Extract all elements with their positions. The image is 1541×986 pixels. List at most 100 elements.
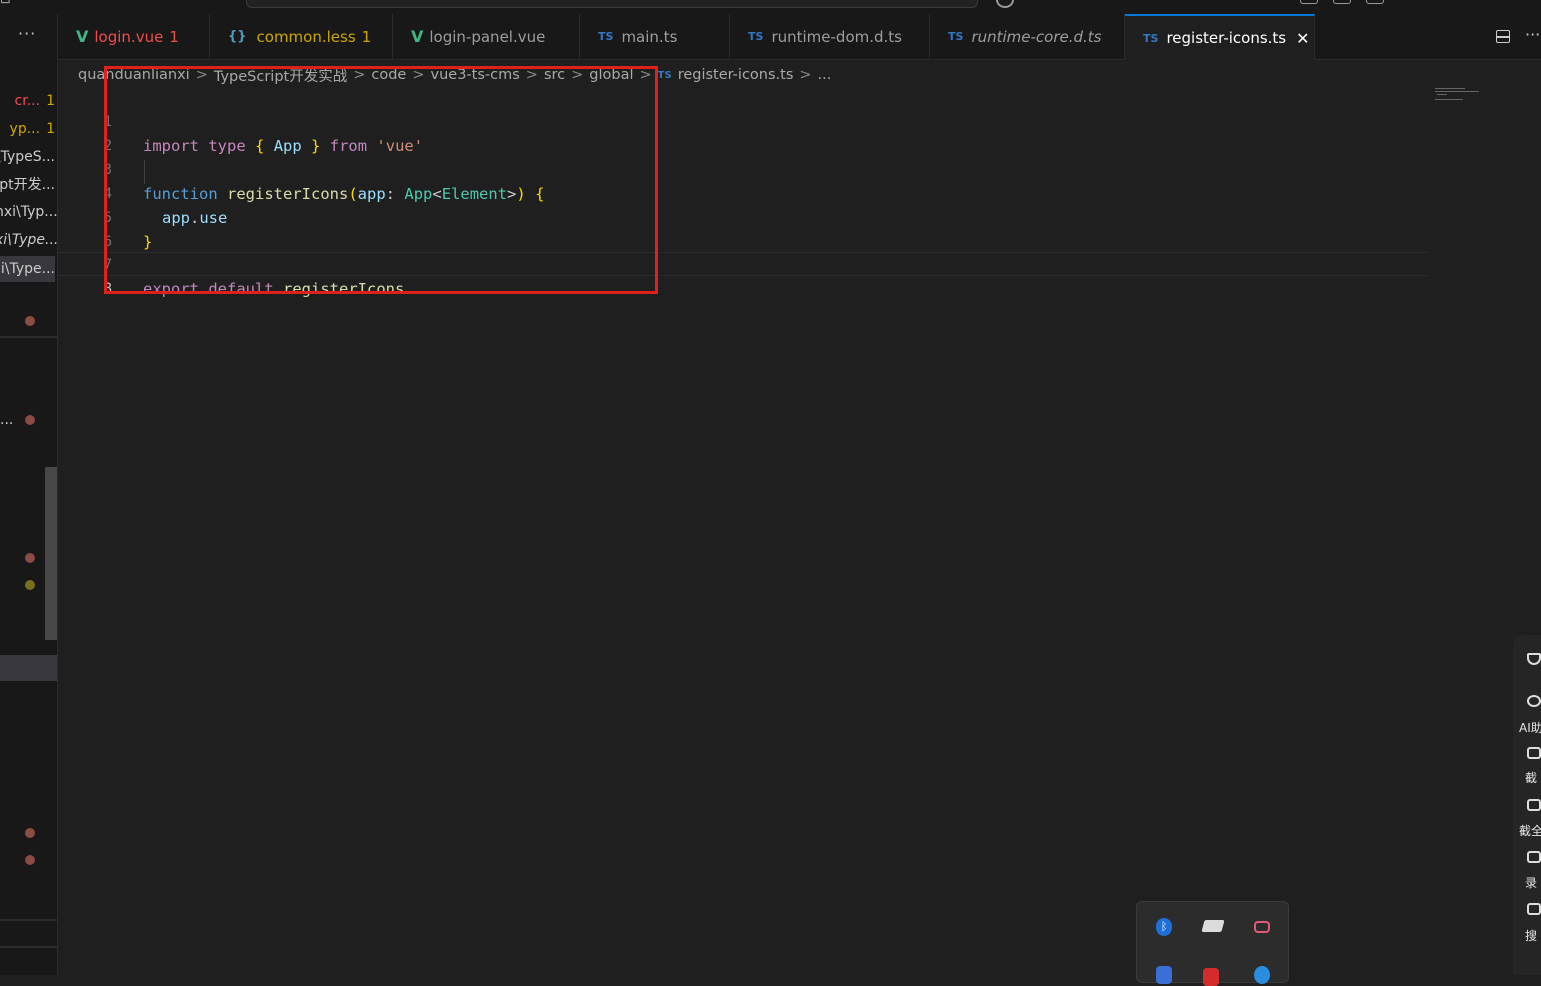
sidebar-item[interactable]: nxi\Typ...	[0, 202, 58, 222]
modified-dot	[25, 415, 35, 425]
breadcrumb-item[interactable]: ...	[818, 67, 832, 83]
braces-icon: {}	[228, 29, 247, 44]
sidebar-item-label: ...	[0, 412, 14, 428]
fullscreen-capture-icon[interactable]	[1527, 799, 1541, 811]
tab-label: register-icons.ts	[1166, 29, 1287, 47]
record-icon[interactable]	[1527, 851, 1541, 863]
chevron-right-icon: >	[639, 67, 652, 83]
minimap-line	[1437, 94, 1447, 95]
modified-dot	[25, 316, 35, 326]
sidebar-item[interactable]: pt开发...	[0, 175, 55, 195]
sidebar-item[interactable]: cr... 1	[0, 91, 55, 111]
layout-toggle-icon[interactable]	[1300, 0, 1318, 4]
chevron-right-icon: >	[525, 67, 538, 83]
sidebar-item-label: pt开发...	[0, 177, 55, 193]
tray-app-icon[interactable]	[1156, 966, 1172, 984]
breadcrumb-item[interactable]: vue3-ts-cms	[431, 67, 520, 83]
modified-dot	[25, 855, 35, 865]
code-line[interactable]: 5 }	[58, 182, 1428, 251]
code-line[interactable]: 4 app.use	[58, 158, 1428, 227]
tab-problem-badge: 1	[169, 27, 179, 46]
ai-assistant-icon[interactable]	[1527, 695, 1541, 707]
account-icon[interactable]	[996, 0, 1014, 8]
command-center-search[interactable]	[246, 0, 978, 8]
chevron-right-icon: >	[353, 67, 366, 83]
code-line[interactable]: 1 import type { App } from 'vue'	[58, 86, 1428, 155]
tab-runtime-core[interactable]: TS runtime-core.d.ts	[930, 14, 1125, 59]
code-line[interactable]: 3 function registerIcons(app: App<Elemen…	[58, 134, 1428, 203]
breadcrumb-item[interactable]: global	[589, 67, 633, 83]
tab-login-panel-vue[interactable]: V login-panel.vue	[393, 14, 580, 59]
ts-icon: TS	[598, 30, 614, 43]
tab-problem-badge: 1	[361, 27, 372, 46]
breadcrumb-item[interactable]: quanduanlianxi	[78, 67, 190, 83]
tab-runtime-dom[interactable]: TS runtime-dom.d.ts	[730, 14, 930, 59]
ts-icon: TS	[1143, 31, 1159, 45]
breadcrumb-item[interactable]: src	[544, 67, 565, 83]
sidebar-item-label: \TypeS...	[0, 149, 55, 165]
close-icon[interactable]: ✕	[1296, 29, 1309, 48]
bluetooth-icon[interactable]: ᛒ	[1156, 918, 1172, 936]
breadcrumb-item[interactable]: TypeScript开发实战	[214, 65, 347, 86]
sidebar-selected-row[interactable]	[0, 655, 57, 681]
tab-label: runtime-core.d.ts	[971, 27, 1102, 46]
float-bar-label: 搜	[1525, 929, 1538, 943]
breadcrumb: quanduanlianxi > TypeScript开发实战 > code > vu…	[78, 64, 831, 86]
minimap[interactable]	[1433, 86, 1483, 106]
system-tray-popup: ᛒ	[1136, 901, 1289, 986]
tab-register-icons[interactable]: TS register-icons.ts ✕	[1125, 14, 1315, 60]
search-capture-icon[interactable]	[1527, 903, 1541, 915]
tab-label: main.ts	[621, 27, 678, 46]
code-line[interactable]: 7 export default registerIcons	[58, 229, 1428, 298]
code-editor[interactable]: 1 import type { App } from 'vue' 2 3 fun…	[58, 86, 1541, 975]
vue-icon: V	[76, 27, 89, 46]
indent-guide	[144, 160, 145, 184]
modified-dot	[25, 828, 35, 838]
warning-dot	[25, 580, 35, 590]
tab-login-vue[interactable]: V login.vue 1	[58, 14, 210, 59]
tab-label: runtime-dom.d.ts	[771, 27, 902, 46]
sidebar-divider	[0, 336, 57, 338]
tray-app-icon[interactable]	[1203, 968, 1219, 986]
floating-tool-panel: AI助 截 截全 录 搜	[1513, 635, 1541, 975]
layout-toggle-icon-3[interactable]	[1366, 0, 1384, 4]
editor-tab-bar: V login.vue 1 {} common.less 1 V login-p…	[58, 14, 1541, 60]
minimap-line	[1435, 91, 1479, 92]
float-bar-label: 截全	[1519, 824, 1541, 838]
code-line[interactable]: 6	[58, 206, 1428, 250]
sidebar: ··· cr... 1 yp... 1 \TypeS... pt开发... nxi\…	[0, 14, 58, 975]
code-line[interactable]: 2	[58, 110, 1428, 154]
more-actions-icon[interactable]: ···	[1525, 25, 1540, 44]
minimap-line	[1435, 88, 1465, 89]
breadcrumb-item[interactable]: code	[371, 67, 406, 83]
bilibili-icon[interactable]	[1254, 921, 1270, 933]
layout-toggle-icon-2[interactable]	[1333, 0, 1351, 4]
title-bar: ⊟	[0, 0, 1541, 14]
menu-fragment-icon: ⊟	[0, 0, 11, 7]
sidebar-item-active[interactable]: i\Type...	[0, 256, 55, 282]
modified-dot	[25, 553, 35, 563]
code-line-current[interactable]: 8	[58, 252, 1428, 297]
sidebar-item[interactable]: yp... 1	[0, 119, 55, 139]
sidebar-item[interactable]: xi\Type...	[0, 230, 57, 250]
split-editor-icon[interactable]	[1496, 30, 1510, 43]
sidebar-item-label: i\Type...	[0, 261, 55, 277]
tab-common-less[interactable]: {} common.less 1	[210, 14, 393, 59]
float-bar-label: 录	[1525, 876, 1538, 890]
tab-label: common.less	[256, 27, 356, 46]
sidebar-scrollbar[interactable]	[45, 467, 57, 640]
shield-icon[interactable]	[1527, 653, 1541, 665]
tab-label: login.vue	[94, 27, 164, 46]
sidebar-item[interactable]: ...	[0, 410, 20, 430]
tray-app-icon[interactable]	[1254, 966, 1270, 984]
sidebar-item-badge: 1	[46, 93, 55, 109]
sidebar-item-label: nxi\Typ...	[0, 204, 58, 220]
screenshot-icon[interactable]	[1527, 747, 1541, 759]
drive-icon[interactable]	[1201, 920, 1225, 932]
sidebar-more-icon[interactable]: ···	[18, 24, 36, 43]
sidebar-item-label: cr...	[14, 93, 41, 109]
tab-main-ts[interactable]: TS main.ts	[580, 14, 730, 59]
breadcrumb-item[interactable]: register-icons.ts	[678, 67, 794, 83]
sidebar-item[interactable]: \TypeS...	[0, 147, 55, 167]
ts-icon: TS	[748, 30, 764, 43]
